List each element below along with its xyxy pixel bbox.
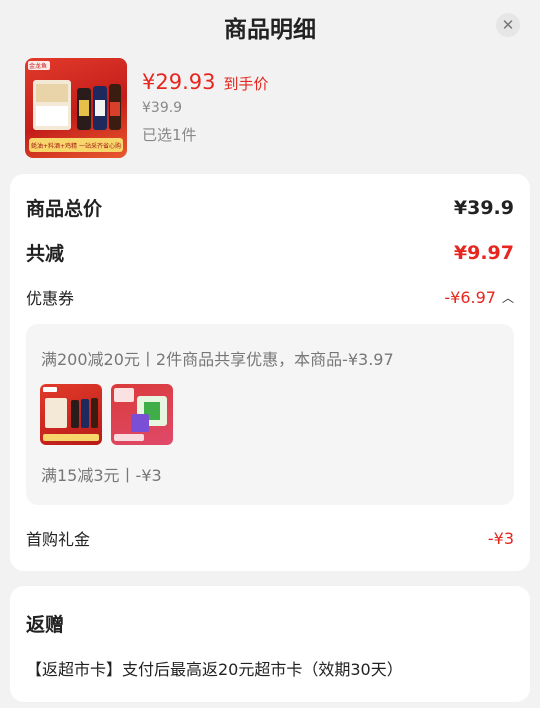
gift-text: 【返超市卡】支付后最高返20元超市卡（效期30天） bbox=[26, 660, 403, 679]
chevron-up-icon[interactable]: ︿ bbox=[502, 289, 514, 306]
product-logo-text: 金龙鱼 bbox=[29, 63, 48, 70]
reduce-row: 共减 ¥9.97 bbox=[26, 239, 514, 266]
coupon-product-thumb-art bbox=[43, 387, 99, 441]
gift-card: 返赠 【返超市卡】支付后最高返20元超市卡（效期30天） bbox=[10, 586, 530, 702]
product-footer-text: 蚝油+料酒+鸡精 一站采齐省心购 bbox=[31, 143, 121, 150]
price-detail-card: 商品总价 ¥39.9 共减 ¥9.97 优惠券 -¥6.97 ︿ 满200减20… bbox=[10, 174, 530, 571]
total-row: 商品总价 ¥39.9 bbox=[26, 194, 514, 221]
total-label: 商品总价 bbox=[26, 198, 103, 220]
coupon-product-thumb-art bbox=[114, 388, 167, 441]
coupon-value: -¥6.97 bbox=[444, 287, 496, 307]
coupon-line-2: 满15减3元丨-¥3 bbox=[41, 466, 162, 485]
first-purchase-label: 首购礼金 bbox=[26, 530, 91, 549]
original-price: ¥39.9 bbox=[142, 100, 183, 116]
coupon-product-thumb[interactable] bbox=[111, 384, 173, 445]
final-price-label: 到手价 bbox=[223, 75, 269, 93]
reduce-label: 共减 bbox=[26, 243, 65, 265]
coupon-row[interactable]: 优惠券 -¥6.97 ︿ bbox=[26, 285, 514, 309]
gift-title: 返赠 bbox=[26, 614, 65, 636]
total-value: ¥39.9 bbox=[453, 196, 514, 219]
product-image[interactable]: 金龙鱼 蚝油+料酒+鸡精 一站采齐省心购 bbox=[25, 58, 127, 158]
coupon-line-1: 满200减20元丨2件商品共享优惠，本商品-¥3.97 bbox=[41, 350, 394, 369]
coupon-detail-box: 满200减20元丨2件商品共享优惠，本商品-¥3.97 满15减3元丨-¥3 bbox=[26, 324, 514, 505]
coupon-value-wrap[interactable]: -¥6.97 ︿ bbox=[444, 288, 514, 307]
page-title: 商品明细 bbox=[224, 17, 316, 43]
coupon-product-thumb[interactable] bbox=[40, 384, 102, 445]
header: 商品明细 ✕ bbox=[0, 0, 540, 56]
first-purchase-value: -¥3 bbox=[487, 528, 514, 548]
final-price: ¥29.93 bbox=[142, 70, 216, 94]
first-purchase-row: 首购礼金 -¥3 bbox=[26, 526, 514, 550]
selected-count: 已选1件 bbox=[142, 126, 197, 144]
reduce-value: ¥9.97 bbox=[453, 241, 514, 264]
price-block: ¥29.93 到手价 ¥39.9 已选1件 bbox=[142, 70, 269, 145]
coupon-label: 优惠券 bbox=[26, 289, 75, 308]
close-icon[interactable]: ✕ bbox=[496, 13, 520, 37]
